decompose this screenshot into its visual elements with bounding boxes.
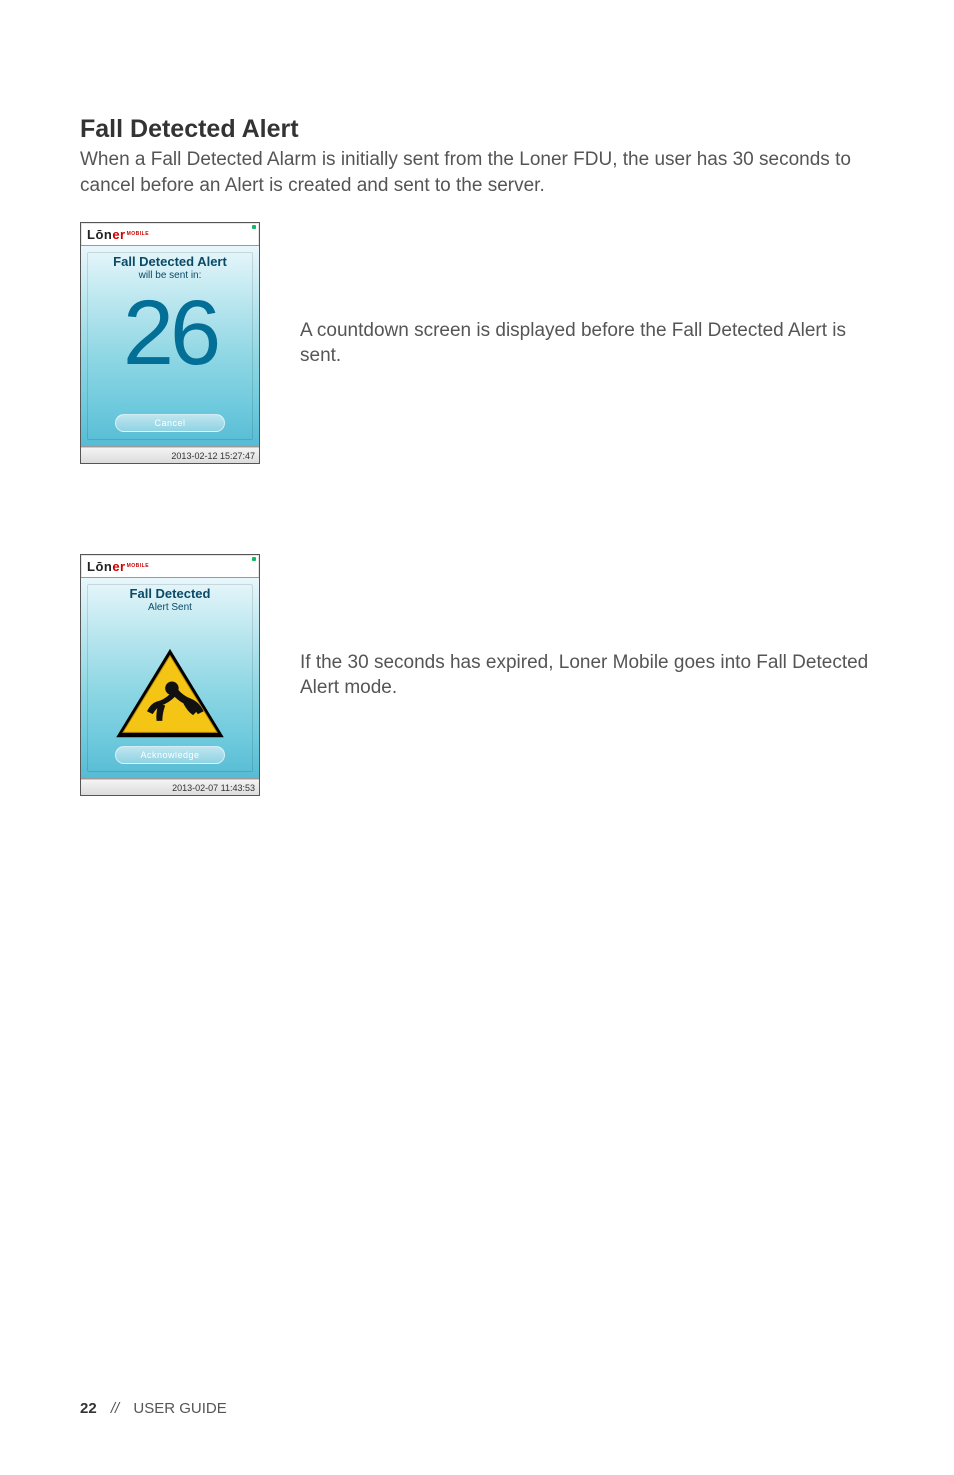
acknowledge-button[interactable]: Acknowledge [115, 746, 225, 764]
cancel-button[interactable]: Cancel [115, 414, 225, 432]
caption-1: A countdown screen is displayed before t… [300, 318, 874, 369]
caption-2: If the 30 seconds has expired, Loner Mob… [300, 650, 874, 701]
status-bar: 2013-02-07 11:43:53 [81, 779, 259, 795]
page: Fall Detected Alert When a Fall Detected… [0, 0, 954, 1475]
screen-area: Fall Detected Alert will be sent in: 26 … [81, 245, 259, 447]
brand-prefix: Lōn [87, 559, 112, 574]
status-bar: 2013-02-12 15:27:47 [81, 447, 259, 463]
example-block-2: LōnerMOBILE Fall Detected Alert Sent [80, 554, 874, 796]
app-brand: LōnerMOBILE [81, 555, 259, 577]
phone-frame: LōnerMOBILE Fall Detected Alert will be … [80, 222, 260, 464]
brand-sub: MOBILE [127, 231, 149, 237]
brand-prefix: Lōn [87, 227, 112, 242]
timestamp: 2013-02-12 15:27:47 [171, 451, 255, 461]
page-footer: 22 // USER GUIDE [80, 1400, 227, 1417]
brand-suffix: er [112, 559, 125, 574]
screenshot-1: LōnerMOBILE Fall Detected Alert will be … [80, 222, 260, 464]
screenshot-2: LōnerMOBILE Fall Detected Alert Sent [80, 554, 260, 796]
footer-separator: // [111, 1400, 119, 1417]
footer-label: USER GUIDE [133, 1400, 226, 1417]
screen-inner [87, 252, 253, 440]
page-number: 22 [80, 1400, 97, 1417]
screen-area: Fall Detected Alert Sent [81, 577, 259, 779]
timestamp: 2013-02-07 11:43:53 [172, 783, 255, 793]
app-brand: LōnerMOBILE [81, 223, 259, 245]
section-intro: When a Fall Detected Alarm is initially … [80, 147, 874, 198]
brand-suffix: er [112, 227, 125, 242]
brand-sub: MOBILE [127, 563, 149, 569]
example-block-1: LōnerMOBILE Fall Detected Alert will be … [80, 222, 874, 464]
phone-frame: LōnerMOBILE Fall Detected Alert Sent [80, 554, 260, 796]
section-heading: Fall Detected Alert [80, 115, 874, 144]
fall-warning-sign-icon [111, 646, 229, 742]
